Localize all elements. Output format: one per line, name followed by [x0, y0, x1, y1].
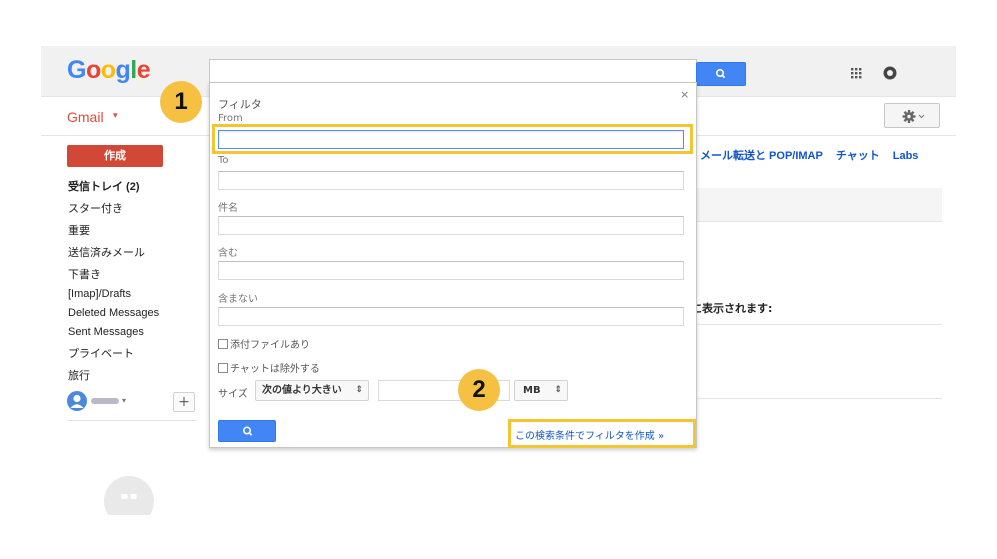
subject-label: 件名: [218, 203, 238, 214]
to-label: To: [218, 155, 229, 166]
sidebar-item-sent-messages[interactable]: Sent Messages: [68, 326, 144, 338]
divider: [697, 324, 942, 325]
updown-icon: ⇕: [355, 385, 363, 395]
divider: [697, 221, 942, 222]
sidebar-item-inbox[interactable]: 受信トレイ (2): [68, 178, 140, 194]
tab-chat[interactable]: チャット: [836, 150, 880, 162]
settings-section-header: [697, 188, 942, 221]
logo-letter: g: [115, 56, 131, 84]
logo-letter: e: [136, 56, 151, 84]
step-badge-1: 1: [160, 81, 202, 123]
size-operator-value: 次の値より大きい: [262, 385, 342, 396]
tab-forwarding-pop-imap[interactable]: メール転送と POP/IMAP: [700, 150, 823, 162]
size-unit-select[interactable]: MB ⇕: [514, 380, 568, 401]
updown-icon: ⇕: [554, 385, 562, 395]
apps-grid-icon[interactable]: [846, 63, 866, 83]
logo-letter: G: [67, 56, 86, 84]
logo-letter: o: [85, 56, 101, 84]
sidebar-item-important[interactable]: 重要: [68, 222, 90, 238]
subject-field[interactable]: [218, 216, 684, 235]
sidebar-item-private[interactable]: プライベート: [68, 345, 134, 361]
gear-icon: [902, 110, 925, 123]
has-attachment-label: 添付ファイルあり: [230, 340, 310, 351]
from-label: From: [218, 113, 243, 124]
exclude-chats-option[interactable]: チャットは除外する: [218, 360, 320, 375]
sidebar-item-drafts[interactable]: 下書き: [68, 266, 101, 282]
has-words-label: 含む: [218, 248, 238, 259]
search-icon: [242, 426, 253, 436]
logo-letter: o: [100, 56, 116, 84]
gmail-menu[interactable]: Gmail: [67, 109, 104, 125]
sidebar-item-starred[interactable]: スター付き: [68, 200, 123, 216]
doesnt-have-field[interactable]: [218, 307, 684, 326]
divider: [697, 398, 942, 399]
has-attachment-option[interactable]: 添付ファイルあり: [218, 336, 310, 351]
divider: [67, 420, 197, 421]
has-attachment-checkbox[interactable]: [218, 339, 228, 349]
settings-button[interactable]: [884, 103, 940, 128]
account-icon[interactable]: [881, 64, 899, 82]
add-button[interactable]: +: [173, 392, 195, 412]
tab-labs[interactable]: Labs: [893, 150, 919, 162]
has-words-field[interactable]: [218, 261, 684, 280]
highlight-from-field: [212, 124, 693, 154]
search-input[interactable]: [209, 59, 697, 83]
to-field[interactable]: [218, 171, 684, 190]
dialog-title: フィルタ: [218, 98, 262, 111]
hangouts-icon[interactable]: [103, 475, 155, 515]
avatar[interactable]: [67, 391, 87, 411]
chevron-down-icon[interactable]: ▾: [122, 396, 126, 405]
search-button[interactable]: [696, 62, 746, 86]
chevron-down-icon[interactable]: ▾: [113, 111, 118, 121]
highlight-create-filter-link: [508, 419, 696, 448]
sidebar-item-travel[interactable]: 旅行: [68, 367, 90, 383]
exclude-chats-checkbox[interactable]: [218, 363, 228, 373]
size-label: サイズ: [218, 389, 248, 400]
close-icon[interactable]: ×: [680, 88, 689, 101]
settings-tabs: メール転送と POP/IMAP チャット Labs: [700, 147, 931, 163]
filter-search-button[interactable]: [218, 420, 276, 442]
search-icon: [715, 69, 726, 79]
size-unit-value: MB: [523, 385, 541, 396]
account-name-redacted[interactable]: [91, 398, 119, 404]
step-badge-2: 2: [458, 369, 500, 411]
size-operator-select[interactable]: 次の値より大きい ⇕: [255, 380, 369, 401]
exclude-chats-label: チャットは除外する: [230, 364, 320, 375]
doesnt-have-label: 含まない: [218, 294, 258, 305]
sidebar-item-sent[interactable]: 送信済みメール: [68, 244, 145, 260]
google-logo[interactable]: Google: [67, 56, 151, 85]
sidebar-item-deleted-messages[interactable]: Deleted Messages: [68, 307, 159, 319]
settings-partial-text: に表示されます:: [691, 302, 773, 315]
sidebar-item-imap-drafts[interactable]: [Imap]/Drafts: [68, 288, 131, 300]
compose-button[interactable]: 作成: [67, 145, 163, 167]
